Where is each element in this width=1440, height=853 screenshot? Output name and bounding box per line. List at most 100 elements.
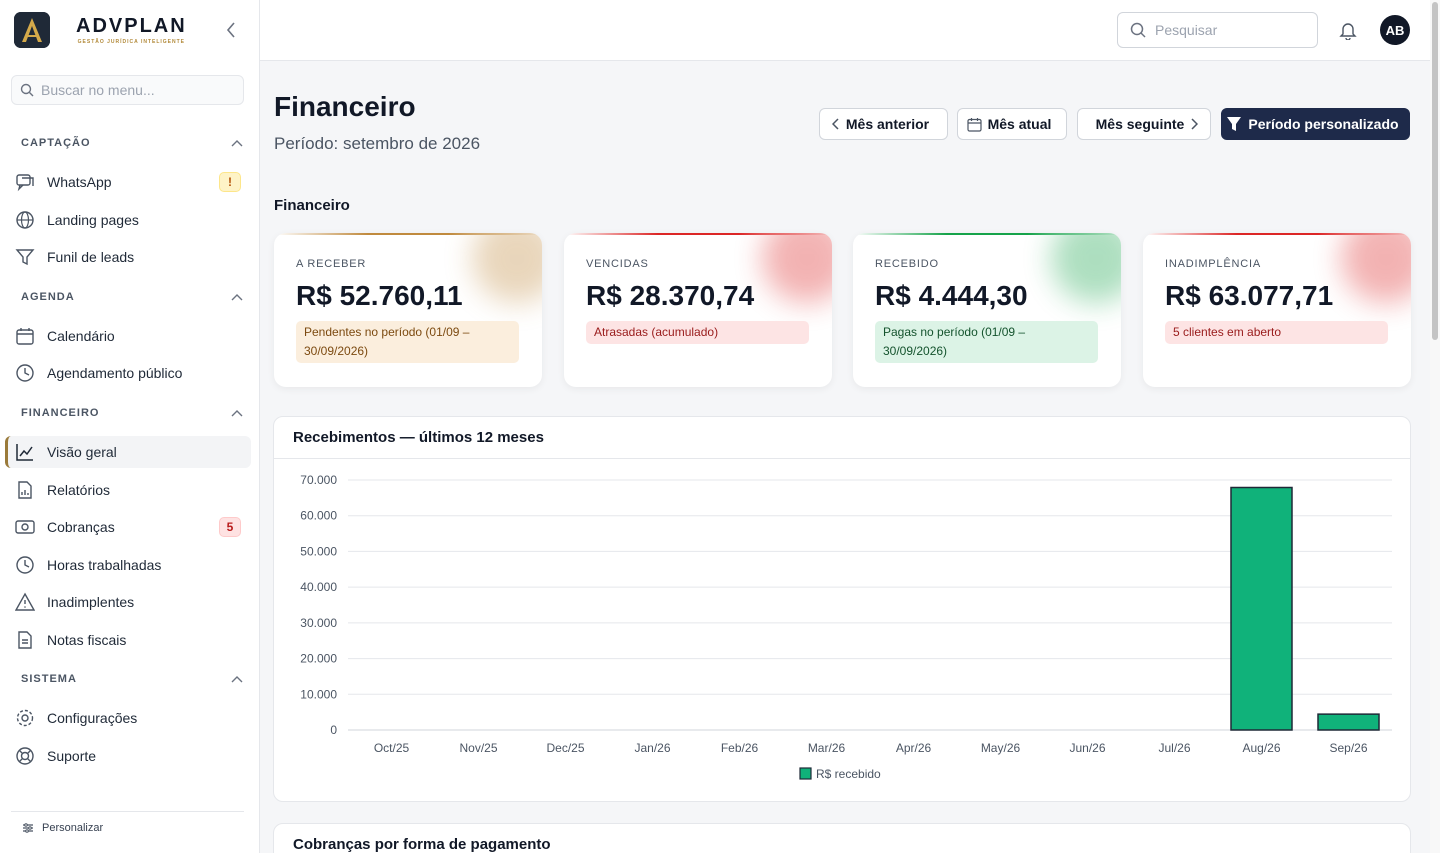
global-search-input[interactable] — [1155, 22, 1305, 38]
sidebar-item-notas-fiscais[interactable]: Notas fiscais — [5, 624, 251, 656]
sidebar-item-label: Calendário — [47, 328, 115, 344]
sidebar-item-relatorios[interactable]: Relatórios — [5, 474, 251, 506]
summary-card: RECEBIDO R$ 4.444,30 Pagas no período (01/… — [853, 233, 1121, 387]
chevron-right-icon — [1191, 118, 1199, 130]
section-sistema[interactable]: SISTEMA — [21, 671, 243, 687]
button-label: Mês anterior — [845, 116, 930, 132]
y-tick-label: 0 — [330, 723, 337, 737]
brand[interactable]: ADVPLAN GESTÃO JURÍDICA INTELIGENTE — [14, 12, 187, 48]
topbar: AB — [260, 0, 1430, 61]
sidebar-item-whatsapp[interactable]: WhatsApp ! — [5, 166, 251, 198]
gear-icon — [14, 707, 36, 729]
user-avatar[interactable]: AB — [1380, 15, 1410, 45]
brand-tagline: GESTÃO JURÍDICA INTELIGENTE — [77, 39, 186, 45]
lifebuoy-icon — [14, 745, 36, 767]
chevron-left-icon — [226, 22, 235, 38]
button-label: Mês atual — [987, 116, 1052, 132]
sidebar-item-suporte[interactable]: Suporte — [5, 740, 251, 772]
x-tick-label: Feb/26 — [721, 741, 759, 755]
card-label: INADIMPLÊNCIA — [1165, 258, 1261, 270]
chevron-up-icon — [231, 294, 243, 301]
calendar-icon — [14, 325, 36, 347]
card-note: Pagas no período (01/09 – 30/09/2026) — [875, 321, 1098, 363]
sidebar-item-inadimplentes[interactable]: Inadimplentes — [5, 586, 251, 618]
filter-icon — [1227, 117, 1242, 131]
globe-icon — [14, 209, 36, 231]
brand-name: ADVPLAN — [76, 15, 187, 37]
x-tick-label: May/26 — [981, 741, 1021, 755]
y-tick-label: 60.000 — [300, 509, 337, 523]
calendar-icon — [966, 117, 982, 132]
section-agenda[interactable]: AGENDA — [21, 289, 243, 305]
customize-label: Personalizar — [42, 822, 104, 834]
y-tick-label: 20.000 — [300, 652, 337, 666]
y-tick-label: 40.000 — [300, 580, 337, 594]
section-title: CAPTAÇÃO — [21, 137, 91, 149]
sidebar-item-label: Horas trabalhadas — [47, 557, 162, 573]
sidebar-item-label: Configurações — [47, 710, 138, 726]
page-scrollbar[interactable] — [1430, 0, 1440, 853]
card-note: Atrasadas (acumulado) — [586, 321, 809, 344]
search-icon — [20, 83, 34, 97]
sidebar-item-calendario[interactable]: Calendário — [5, 320, 251, 352]
sidebar: ADVPLAN GESTÃO JURÍDICA INTELIGENTE CAPT… — [0, 0, 260, 853]
sidebar-item-landing-pages[interactable]: Landing pages — [5, 204, 251, 236]
clock-icon — [14, 362, 36, 384]
x-tick-label: Nov/25 — [459, 741, 497, 755]
x-tick-label: Aug/26 — [1242, 741, 1280, 755]
money-icon — [14, 516, 36, 538]
card-label: RECEBIDO — [875, 258, 939, 270]
section-title: SISTEMA — [21, 673, 77, 685]
customize-button[interactable]: Personalizar — [11, 811, 244, 834]
sidebar-item-agendamento-publico[interactable]: Agendamento público — [5, 357, 251, 389]
logo-icon — [14, 12, 50, 48]
summary-card: A RECEBER R$ 52.760,11 Pendentes no períod… — [274, 233, 542, 387]
sidebar-item-label: Agendamento público — [47, 365, 183, 381]
chevron-up-icon — [231, 676, 243, 683]
scrollbar-thumb[interactable] — [1432, 2, 1438, 340]
card-note: 5 clientes em aberto — [1165, 321, 1388, 344]
summary-card: VENCIDAS R$ 28.370,74 Atrasadas (acumulado… — [564, 233, 832, 387]
global-search[interactable] — [1117, 12, 1318, 48]
sidebar-item-horas-trabalhadas[interactable]: Horas trabalhadas — [5, 549, 251, 581]
current-month-button[interactable]: Mês atual — [957, 108, 1067, 140]
menu-search-input[interactable] — [41, 82, 231, 98]
bar — [1317, 713, 1380, 731]
card-glow — [762, 233, 832, 303]
chevron-left-icon — [831, 118, 839, 130]
x-tick-label: Sep/26 — [1329, 741, 1367, 755]
sidebar-item-label: Cobranças — [47, 519, 115, 535]
section-captacao[interactable]: CAPTAÇÃO — [21, 135, 243, 151]
sidebar-item-label: Inadimplentes — [47, 594, 135, 610]
bell-icon[interactable] — [1338, 20, 1358, 40]
card-glow — [1051, 233, 1121, 303]
count-badge: 5 — [219, 517, 241, 537]
chevron-up-icon — [231, 140, 243, 147]
section-title: FINANCEIRO — [21, 407, 100, 419]
whatsapp-chat-icon — [14, 171, 36, 193]
card-value: R$ 4.444,30 — [875, 280, 1028, 311]
next-month-button[interactable]: Mês seguinte — [1077, 108, 1211, 140]
menu-search[interactable] — [11, 75, 244, 105]
x-tick-label: Mar/26 — [808, 741, 846, 755]
clock-icon — [14, 554, 36, 576]
section-financeiro[interactable]: FINANCEIRO — [21, 405, 243, 421]
button-label: Mês seguinte — [1095, 116, 1185, 132]
sidebar-item-label: WhatsApp — [47, 174, 112, 190]
sidebar-item-configuracoes[interactable]: Configurações — [5, 702, 251, 734]
custom-period-button[interactable]: Período personalizado — [1221, 108, 1410, 140]
y-tick-label: 70.000 — [300, 473, 337, 487]
chart-line-icon — [14, 441, 36, 463]
sidebar-item-visao-geral[interactable]: Visão geral — [5, 436, 251, 468]
sidebar-item-cobrancas[interactable]: Cobranças 5 — [5, 511, 251, 543]
card-value: R$ 63.077,71 — [1165, 280, 1334, 311]
search-icon — [1130, 22, 1146, 38]
y-tick-label: 30.000 — [300, 616, 337, 630]
legend-swatch — [799, 767, 812, 780]
previous-month-button[interactable]: Mês anterior — [819, 108, 948, 140]
x-tick-label: Jul/26 — [1158, 741, 1190, 755]
sidebar-item-funil-de-leads[interactable]: Funil de leads — [5, 241, 251, 273]
receipts-bar-chart: 0 10.000 20.000 30.000 40.000 50.000 60.000 70.… — [300, 473, 1392, 781]
page-title: Financeiro — [274, 91, 416, 122]
collapse-sidebar-button[interactable] — [221, 20, 241, 40]
